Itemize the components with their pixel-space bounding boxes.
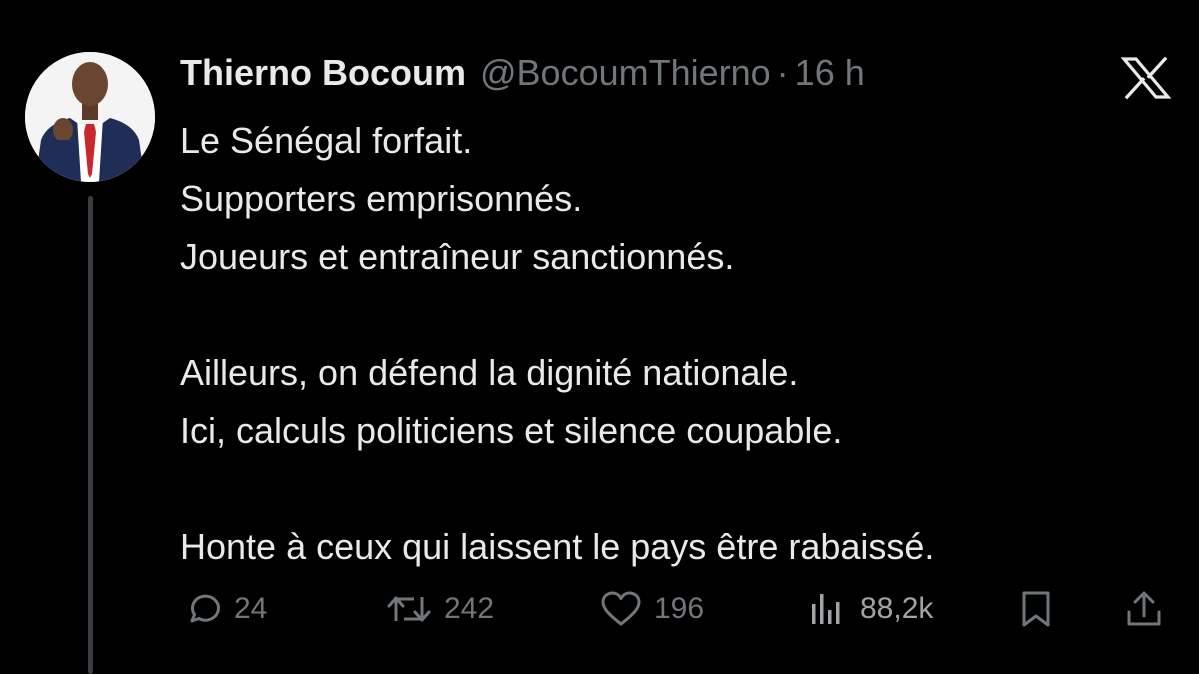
- header-separator: ·: [776, 52, 789, 93]
- bookmark-button[interactable]: [1018, 585, 1054, 633]
- tweet-text-line: Honte à ceux qui laissent le pays être r…: [180, 526, 935, 567]
- tweet: Thierno Bocoum @BocoumThierno · 16 h Le …: [0, 0, 1199, 674]
- tweet-timestamp[interactable]: 16 h: [795, 50, 865, 96]
- author-display-name[interactable]: Thierno Bocoum: [180, 50, 466, 96]
- x-logo-icon[interactable]: [1120, 56, 1172, 100]
- repost-count: 242: [444, 592, 495, 625]
- reply-button[interactable]: 24: [184, 585, 267, 633]
- thread-line: [88, 196, 93, 674]
- reply-count: 24: [234, 592, 268, 625]
- tweet-text-line: Ici, calculs politiciens et silence coup…: [180, 410, 843, 451]
- tweet-text-blank-line: [180, 286, 1170, 344]
- tweet-text-line: Le Sénégal forfait.: [180, 120, 473, 161]
- share-icon: [1124, 589, 1164, 629]
- tweet-text-line: Ailleurs, on défend la dignité nationale…: [180, 352, 799, 393]
- views-chart-icon: [808, 590, 848, 628]
- share-button[interactable]: [1124, 585, 1164, 633]
- repost-icon: [386, 590, 432, 628]
- tweet-text-blank-line: [180, 460, 1170, 518]
- avatar-image: [25, 52, 155, 182]
- heart-icon: [600, 590, 642, 628]
- views-count: 88,2k: [860, 592, 934, 625]
- avatar[interactable]: [25, 52, 155, 182]
- tweet-text-line: Joueurs et entraîneur sanctionnés.: [180, 236, 735, 277]
- views-button[interactable]: 88,2k: [808, 585, 933, 633]
- repost-button[interactable]: 242: [386, 585, 494, 633]
- like-count: 196: [654, 592, 705, 625]
- tweet-text-line: Supporters emprisonnés.: [180, 178, 583, 219]
- like-button[interactable]: 196: [600, 585, 704, 633]
- tweet-actions-bar: 24 242 196 88,2k: [180, 585, 1170, 633]
- reply-icon: [184, 590, 222, 628]
- bookmark-icon: [1018, 589, 1054, 629]
- author-handle[interactable]: @BocoumThierno: [480, 50, 771, 96]
- tweet-header: Thierno Bocoum @BocoumThierno · 16 h: [180, 50, 865, 96]
- tweet-text: Le Sénégal forfait. Supporters emprisonn…: [180, 112, 1170, 576]
